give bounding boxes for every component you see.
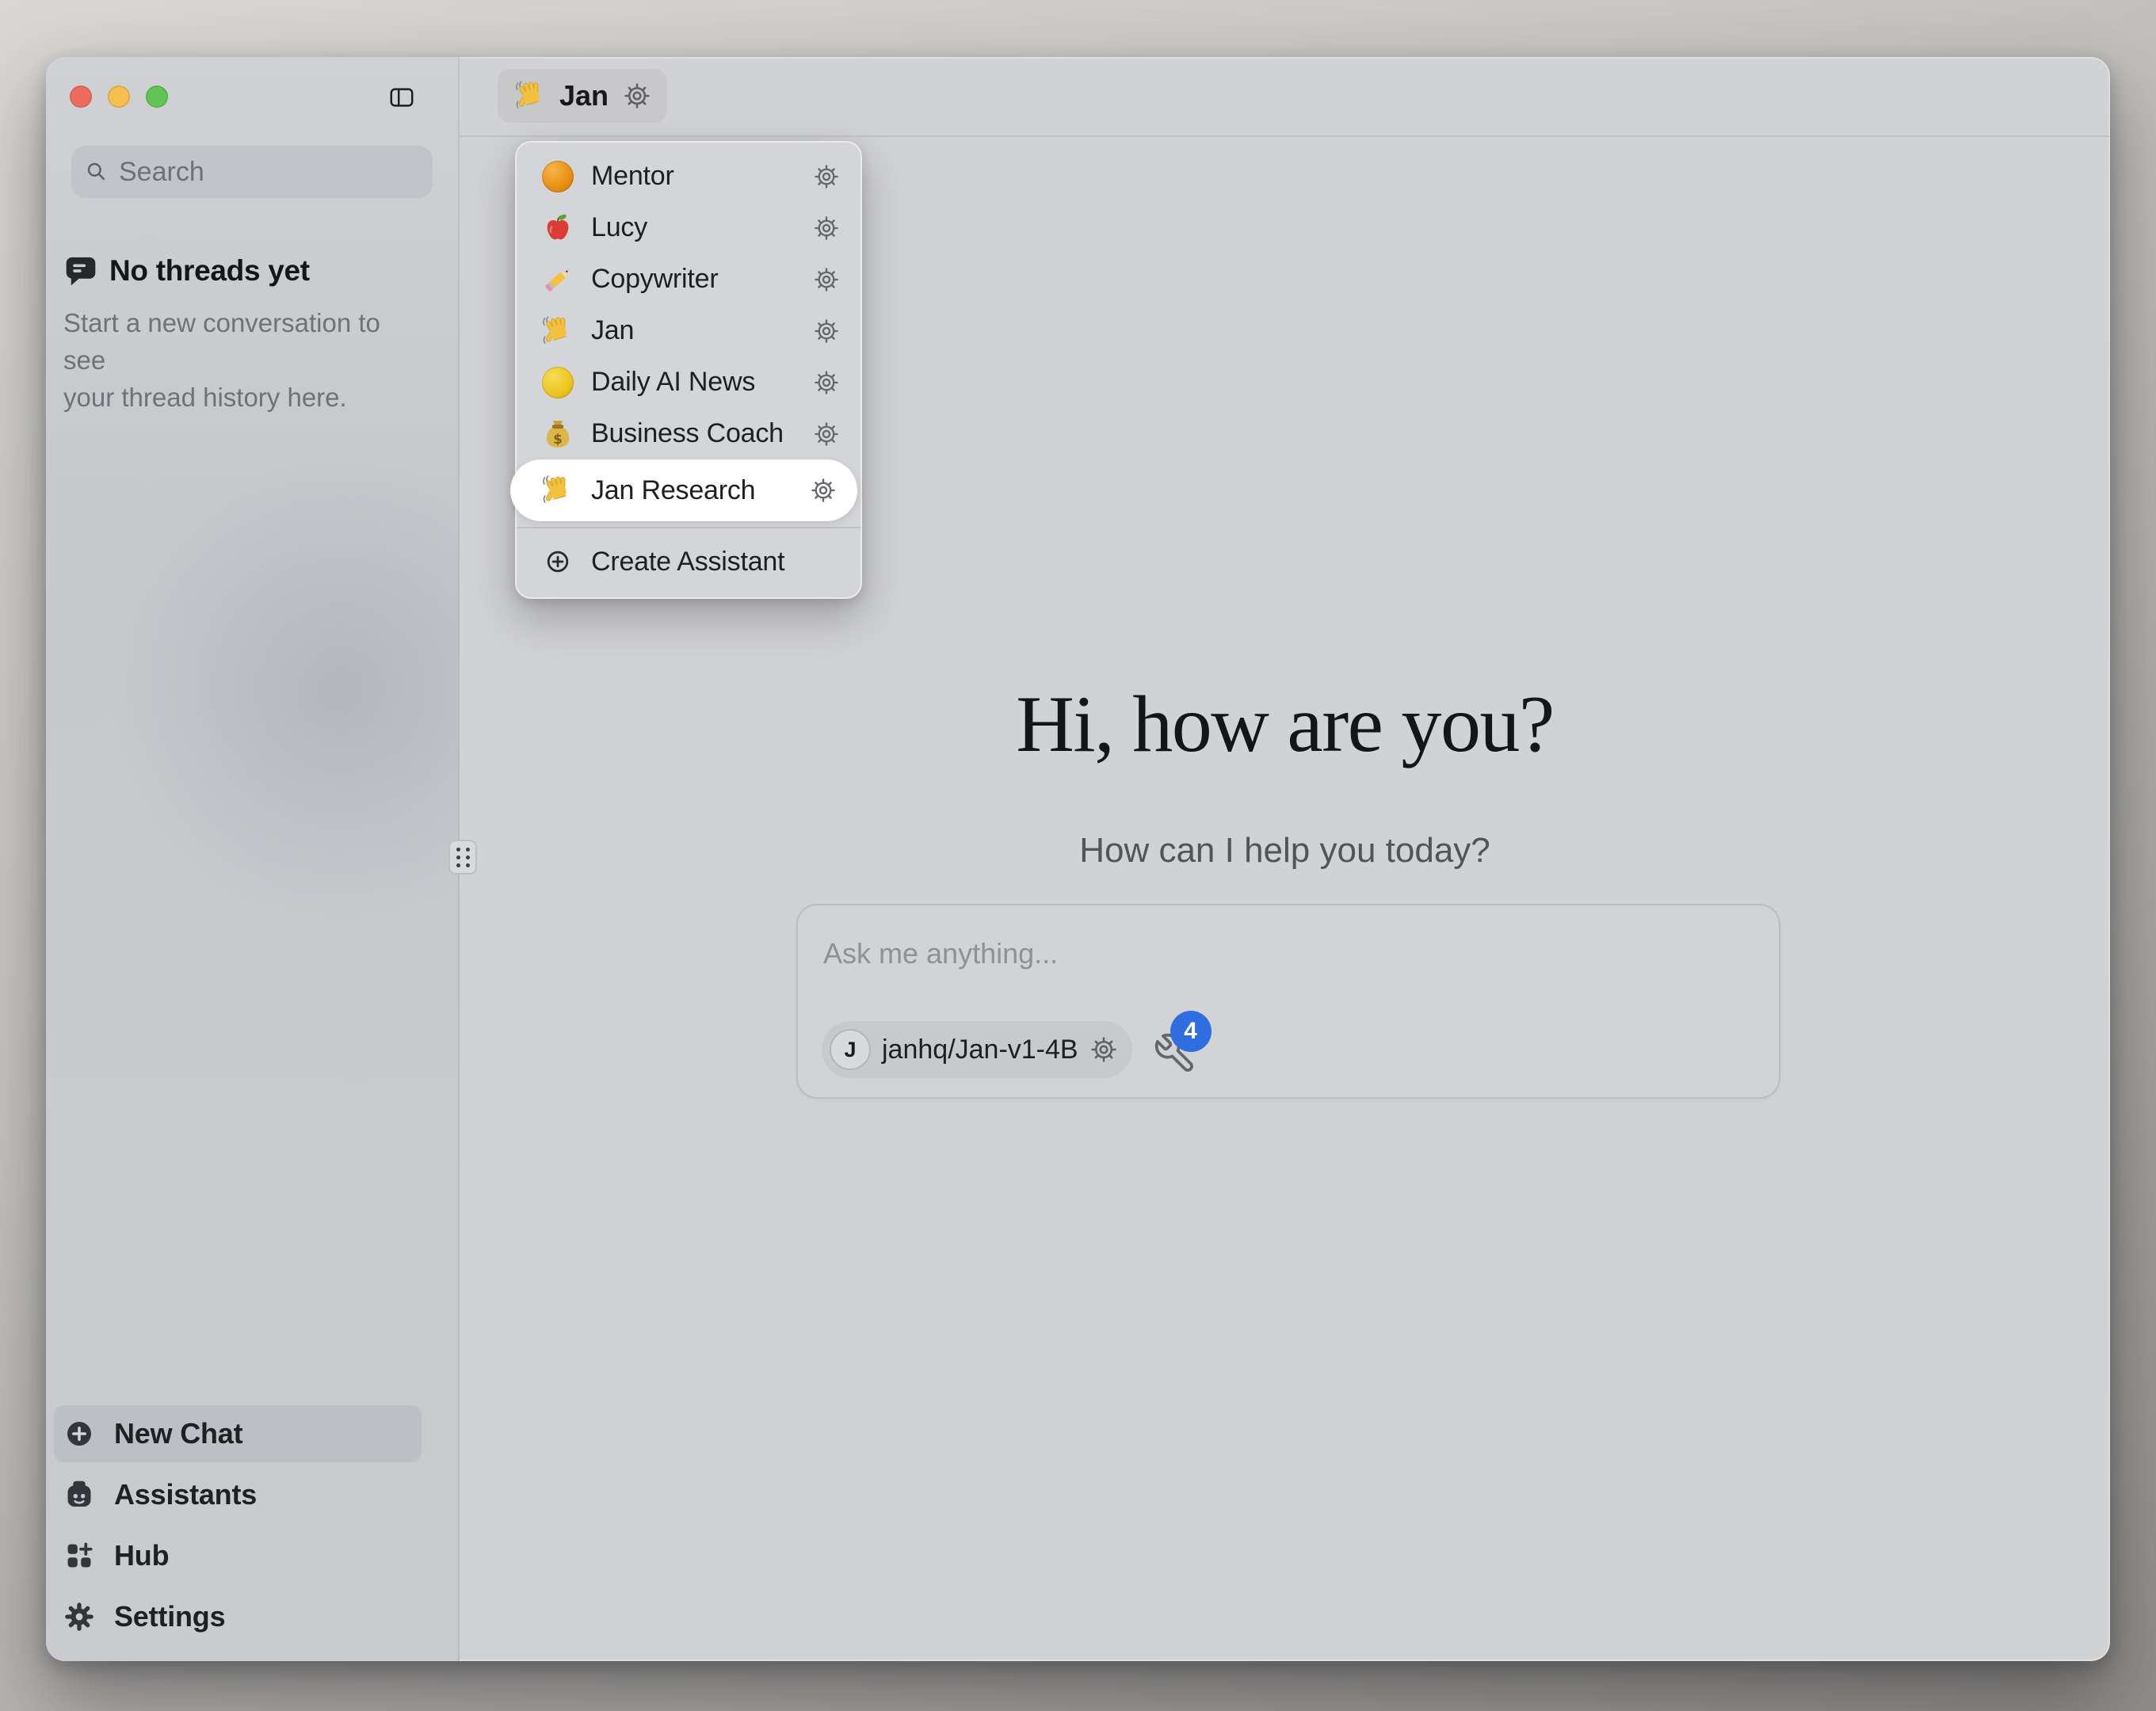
sidebar: No threads yet Start a new conversation …: [46, 57, 460, 1661]
empty-state-title: No threads yet: [109, 254, 310, 288]
gear-icon[interactable]: [810, 477, 837, 504]
menu-item-label: Create Assistant: [591, 547, 840, 577]
greeting-subtitle: How can I help you today?: [460, 831, 2110, 871]
assistant-selector-button[interactable]: Jan: [498, 69, 667, 123]
menu-item-daily-ai-news[interactable]: Daily AI News: [517, 356, 860, 408]
menu-item-label: Lucy: [591, 212, 797, 243]
gear-icon: [63, 1601, 95, 1633]
empty-state-line2: your thread history here.: [63, 379, 420, 416]
composer-placeholder[interactable]: Ask me anything...: [823, 937, 1058, 970]
sidebar-item-new-chat[interactable]: New Chat: [54, 1405, 422, 1462]
menu-item-copywriter[interactable]: Copywriter: [517, 253, 860, 305]
orange-circle-icon: [540, 159, 575, 194]
empty-state-description: Start a new conversation to see your thr…: [63, 304, 420, 416]
gear-icon[interactable]: [813, 215, 840, 242]
menu-item-jan-research[interactable]: Jan Research: [510, 459, 857, 521]
menu-item-mentor[interactable]: Mentor: [517, 151, 860, 202]
main-header: Jan: [460, 57, 2110, 137]
gear-icon[interactable]: [813, 266, 840, 293]
plus-circle-icon: [540, 544, 575, 579]
menu-item-label: Daily AI News: [591, 367, 797, 398]
gear-icon[interactable]: [813, 163, 840, 190]
sidebar-item-label: Settings: [114, 1600, 225, 1633]
plus-circle-icon: [63, 1418, 95, 1450]
composer-toolbar: J janhq/Jan-v1-4B 4: [822, 1021, 1197, 1078]
search-icon: [84, 159, 109, 185]
tools-button[interactable]: 4: [1153, 1031, 1197, 1076]
menu-item-create-assistant[interactable]: Create Assistant: [517, 534, 860, 589]
pencil-icon: [540, 262, 575, 297]
empty-state-header: No threads yet: [63, 253, 310, 288]
chat-bubble-icon: [63, 253, 98, 288]
sidebar-item-settings[interactable]: Settings: [54, 1588, 422, 1645]
menu-item-label: Jan Research: [591, 475, 794, 506]
sidebar-item-assistants[interactable]: Assistants: [54, 1466, 422, 1523]
gear-icon[interactable]: [813, 318, 840, 345]
desktop-background: No threads yet Start a new conversation …: [0, 0, 2156, 1711]
gear-icon[interactable]: [813, 421, 840, 448]
menu-item-label: Jan: [591, 315, 797, 346]
tools-count-badge: 4: [1170, 1011, 1212, 1052]
sidebar-resize-handle[interactable]: [448, 840, 477, 875]
search-input[interactable]: [119, 157, 420, 188]
waving-hand-icon: [513, 78, 548, 113]
menu-item-label: Mentor: [591, 161, 797, 192]
menu-divider: [517, 527, 860, 528]
assistant-dropdown-menu: Mentor Lucy Copywriter Jan: [515, 141, 862, 599]
yellow-circle-icon: [540, 365, 575, 400]
apple-icon: [540, 211, 575, 246]
minimize-button[interactable]: [108, 86, 130, 108]
waving-hand-icon: [540, 473, 575, 508]
sidebar-bottom-nav: New Chat Assistants Hub Settings: [54, 1405, 422, 1645]
menu-item-lucy[interactable]: Lucy: [517, 202, 860, 253]
main-area: Jan Mentor Lucy Copywriter: [460, 57, 2110, 1661]
greeting-title: Hi, how are you?: [460, 678, 2110, 771]
sidebar-toggle-icon[interactable]: [388, 84, 415, 111]
money-bag-icon: [540, 417, 575, 452]
gear-icon[interactable]: [1089, 1035, 1118, 1064]
empty-state-line1: Start a new conversation to see: [63, 304, 420, 379]
menu-item-business-coach[interactable]: Business Coach: [517, 408, 860, 459]
assistant-selector-label: Jan: [559, 79, 609, 112]
message-composer[interactable]: Ask me anything... J janhq/Jan-v1-4B 4: [796, 904, 1780, 1099]
menu-item-label: Business Coach: [591, 418, 797, 449]
model-selector-button[interactable]: J janhq/Jan-v1-4B: [822, 1021, 1132, 1078]
gear-icon[interactable]: [623, 82, 651, 110]
zoom-button[interactable]: [146, 86, 168, 108]
menu-item-label: Copywriter: [591, 264, 797, 295]
app-window: No threads yet Start a new conversation …: [46, 57, 2110, 1661]
close-button[interactable]: [70, 86, 92, 108]
sidebar-item-label: New Chat: [114, 1417, 242, 1450]
menu-item-jan[interactable]: Jan: [517, 305, 860, 356]
model-name: janhq/Jan-v1-4B: [882, 1035, 1078, 1065]
window-controls: [70, 86, 168, 108]
robot-icon: [63, 1479, 95, 1511]
model-avatar: J: [830, 1029, 871, 1070]
search-box[interactable]: [71, 146, 433, 198]
gear-icon[interactable]: [813, 369, 840, 396]
sidebar-item-label: Hub: [114, 1539, 169, 1572]
waving-hand-icon: [540, 314, 575, 349]
grid-plus-icon: [63, 1540, 95, 1572]
sidebar-item-label: Assistants: [114, 1478, 257, 1511]
sidebar-item-hub[interactable]: Hub: [54, 1527, 422, 1584]
